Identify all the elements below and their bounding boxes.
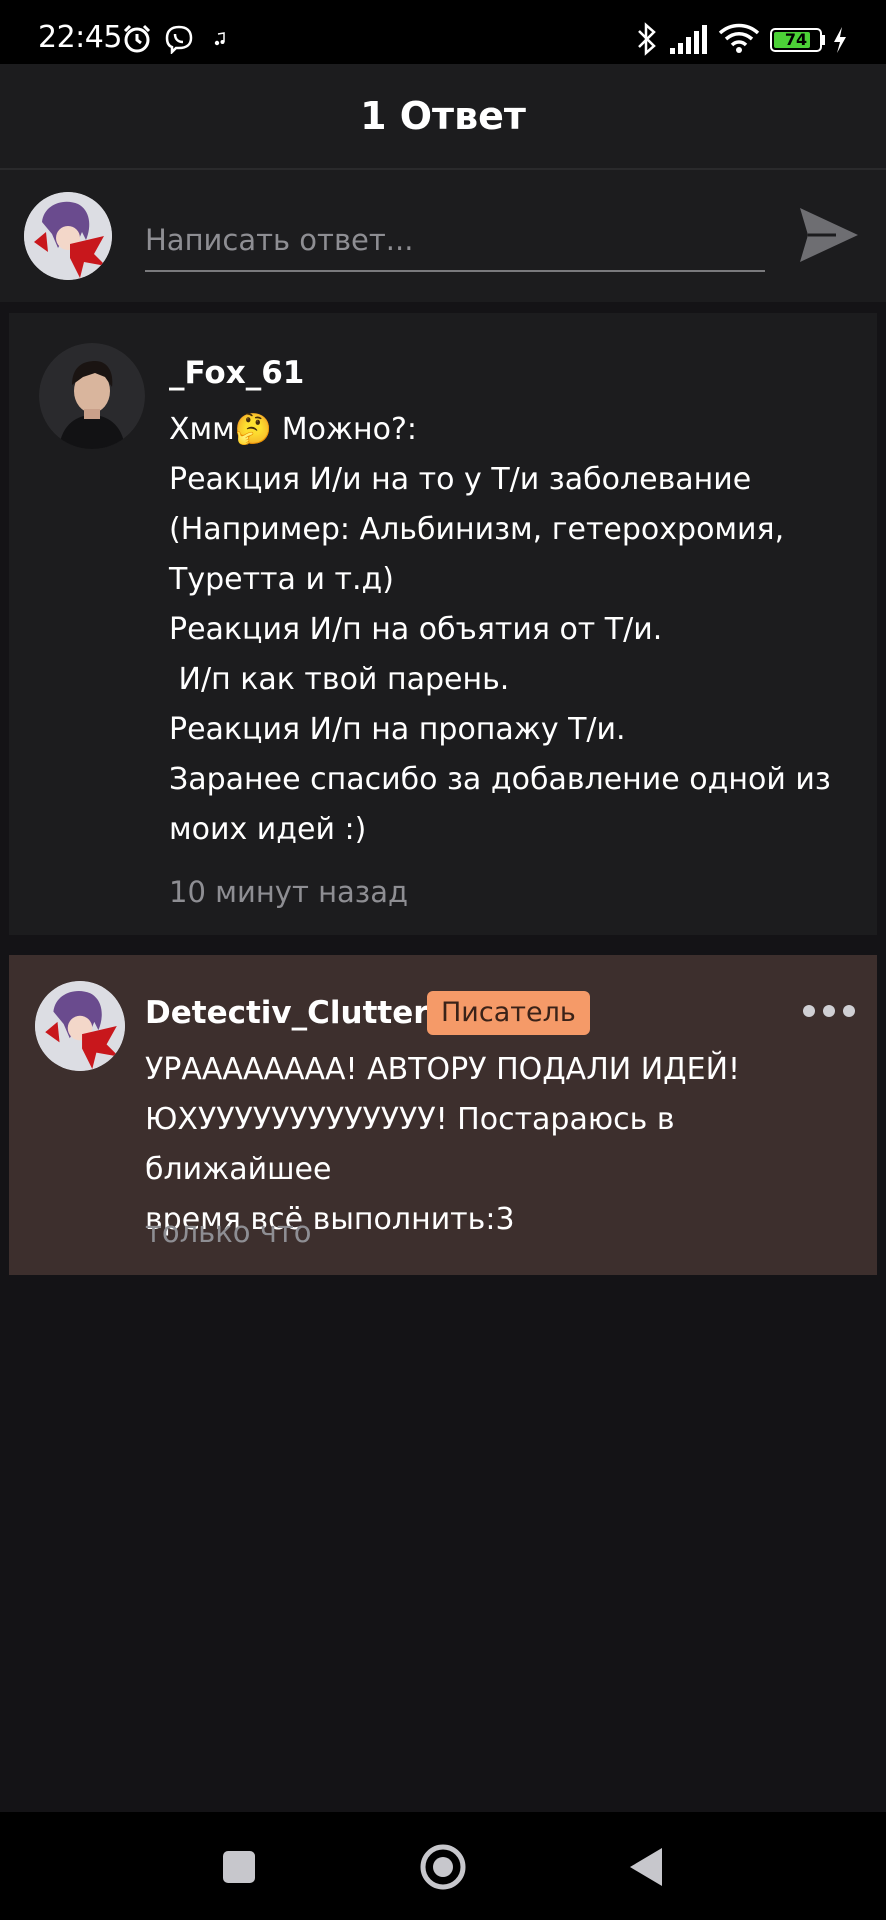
comment-text: Хмм🤔 Можно?: Реакция И/и на то у Т/и заб…: [169, 412, 831, 847]
back-icon[interactable]: [622, 1842, 672, 1892]
bluetooth-icon: [638, 22, 656, 56]
avatar-image: [39, 343, 145, 449]
page-title: 1 Ответ: [360, 94, 526, 138]
reply-comment-card: Detectiv_Clutter Писатель УРАААААААА! АВ…: [9, 955, 877, 1275]
screen: 22:45 74 1 Ответ Написать ответ... _Fox_…: [0, 0, 886, 1920]
reply-input[interactable]: [145, 210, 765, 272]
current-user-avatar[interactable]: [24, 192, 112, 280]
header: 1 Ответ: [0, 64, 886, 170]
comment-author[interactable]: Detectiv_Clutter: [145, 995, 429, 1031]
comment-card: _Fox_61 Хмм🤔 Можно?: Реакция И/и на то у…: [9, 313, 877, 935]
reply-bar: [0, 170, 886, 302]
comment-author[interactable]: _Fox_61: [169, 355, 304, 391]
comment-timestamp: 10 минут назад: [169, 875, 409, 909]
battery-tip: [822, 35, 825, 45]
commenter-avatar[interactable]: [35, 981, 125, 1071]
battery-icon: 74: [770, 28, 822, 52]
alarm-icon: [123, 24, 151, 53]
avatar-image: [35, 981, 125, 1071]
writer-badge: Писатель: [427, 991, 590, 1035]
viber-icon: [165, 25, 193, 54]
wifi-icon: [718, 23, 760, 53]
status-bar: 22:45 74: [0, 0, 886, 64]
send-icon[interactable]: [796, 202, 862, 268]
avatar-image: [24, 192, 112, 280]
commenter-avatar[interactable]: [39, 343, 145, 449]
music-note-icon: [214, 32, 225, 46]
status-time: 22:45: [38, 20, 122, 55]
charging-icon: [834, 27, 846, 53]
battery-level: 74: [784, 30, 808, 49]
more-dots-icon[interactable]: [799, 999, 859, 1023]
signal-icon: [670, 25, 707, 54]
home-icon[interactable]: [418, 1842, 468, 1892]
navigation-bar: [0, 1812, 886, 1920]
comment-timestamp: только что: [145, 1215, 312, 1249]
recent-apps-icon[interactable]: [214, 1842, 264, 1892]
